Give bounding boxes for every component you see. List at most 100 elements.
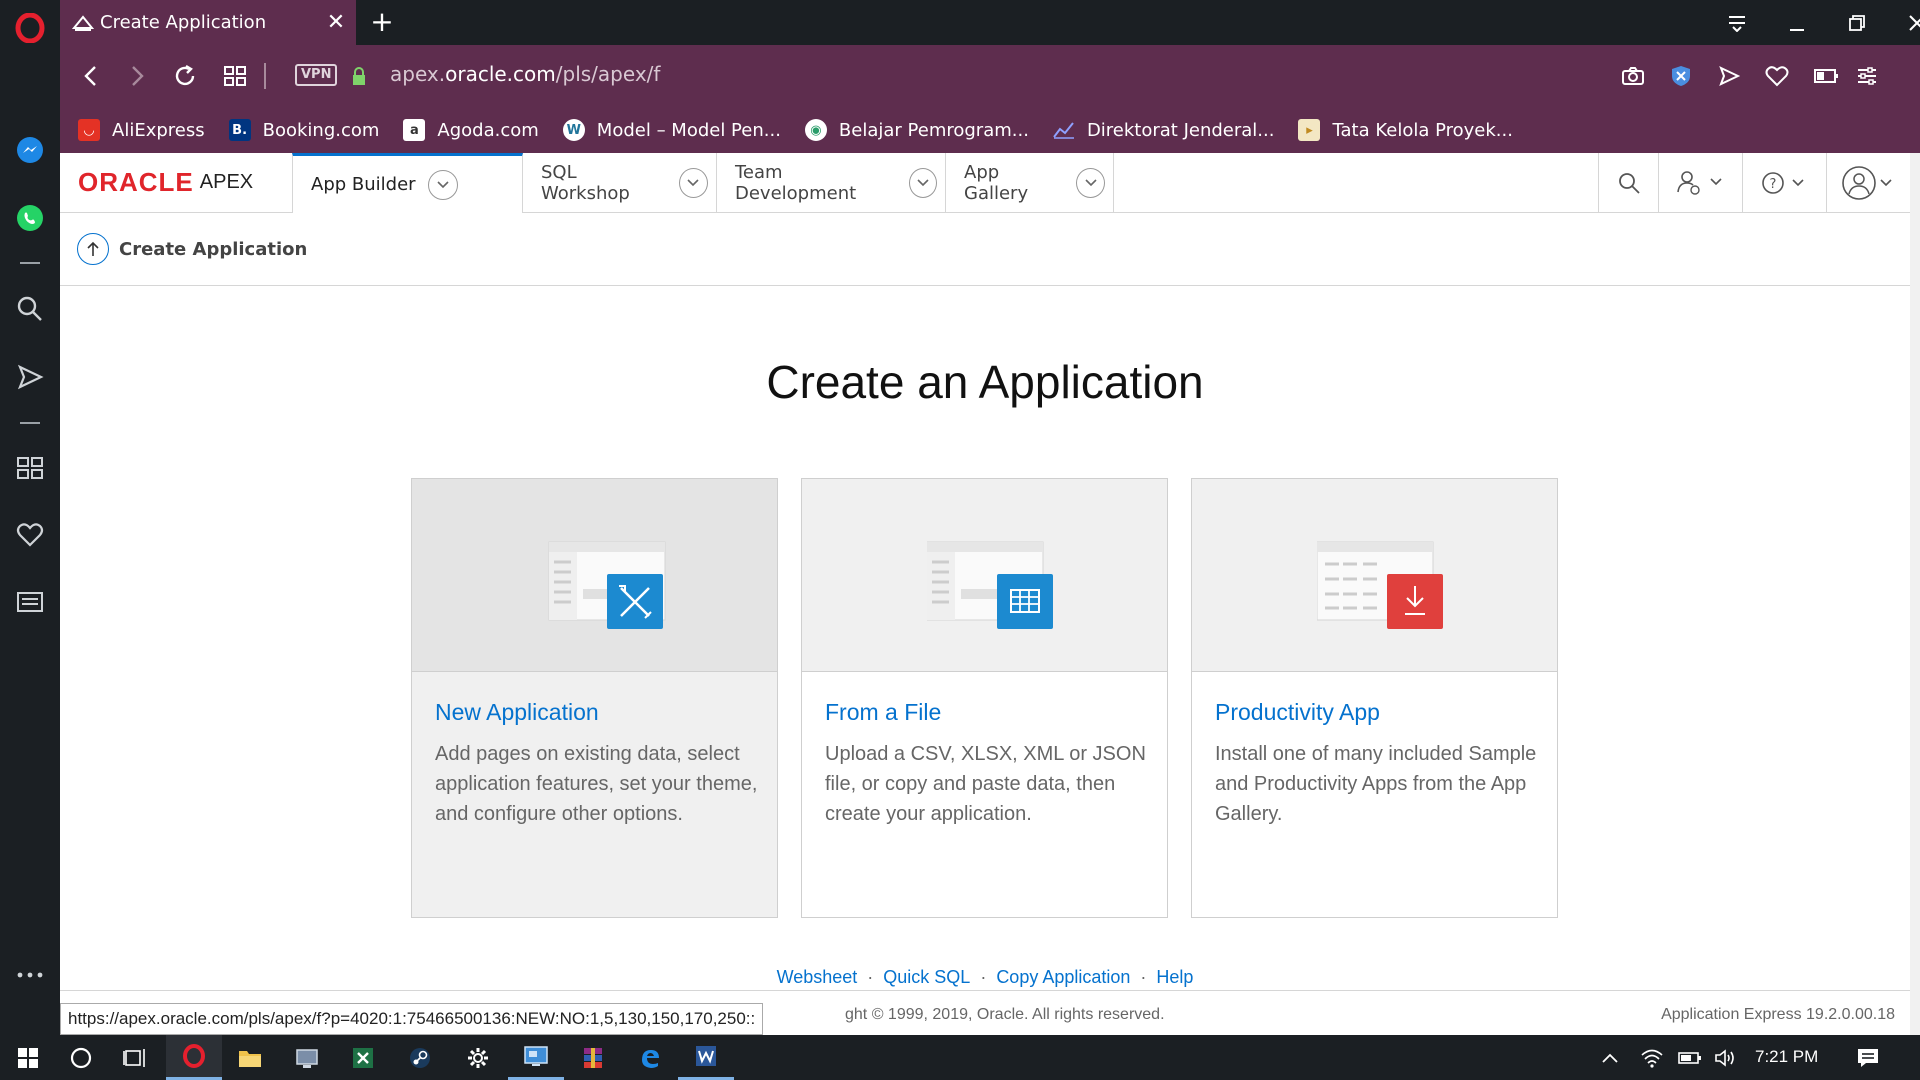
- wifi-icon[interactable]: [1632, 1035, 1672, 1080]
- status-url-tooltip: https://apex.oracle.com/pls/apex/f?p=402…: [60, 1003, 764, 1035]
- productivity-app-illustration-icon: [1317, 541, 1443, 629]
- bookmark-booking[interactable]: B. Booking.com: [228, 119, 379, 141]
- card-from-a-file[interactable]: From a File Upload a CSV, XLSX, XML or J…: [801, 478, 1168, 918]
- close-window-button[interactable]: [1887, 0, 1920, 45]
- bookmark-aliexpress[interactable]: ◡ AliExpress: [78, 119, 205, 141]
- bookmark-model[interactable]: W Model – Model Pen...: [562, 119, 781, 141]
- search-icon[interactable]: [1598, 153, 1658, 213]
- card-title[interactable]: New Application: [435, 699, 599, 726]
- link-help[interactable]: Help: [1156, 967, 1193, 987]
- close-tab-icon[interactable]: ✕: [316, 10, 356, 35]
- opera-logo-icon[interactable]: [0, 6, 60, 50]
- footer-links: Websheet · Quick SQL · Copy Application · Help: [776, 967, 1194, 987]
- tab-app-gallery[interactable]: App Gallery: [946, 153, 1114, 213]
- browser-tab[interactable]: Create Application ✕: [60, 0, 356, 45]
- url-field[interactable]: apex.oracle.com/pls/apex/f: [390, 62, 660, 86]
- user-menu-icon[interactable]: [1826, 153, 1910, 213]
- desktop-app-icon[interactable]: [279, 1035, 335, 1080]
- chevron-down-icon[interactable]: [909, 168, 937, 198]
- chevron-down-icon[interactable]: [1076, 168, 1105, 198]
- excel-icon[interactable]: [335, 1035, 391, 1080]
- administration-menu-icon[interactable]: [1658, 153, 1742, 213]
- battery-icon[interactable]: [1670, 1035, 1710, 1080]
- show-hidden-icons[interactable]: [1590, 1035, 1630, 1080]
- tab-team-development[interactable]: Team Development: [717, 153, 946, 213]
- opera-taskbar-icon[interactable]: [166, 1035, 222, 1080]
- card-title[interactable]: Productivity App: [1215, 699, 1380, 726]
- settings-gear-icon[interactable]: [450, 1035, 506, 1080]
- oracle-apex-logo[interactable]: ORACLE APEX: [78, 167, 253, 198]
- chevron-down-icon[interactable]: [427, 169, 458, 200]
- easy-setup-sliders-icon[interactable]: [1850, 59, 1884, 93]
- page-title: Create an Application: [766, 356, 1204, 408]
- lock-icon[interactable]: [342, 59, 376, 93]
- card-productivity-app[interactable]: Productivity App Install one of many inc…: [1191, 478, 1558, 918]
- tab-app-builder[interactable]: App Builder: [292, 153, 523, 213]
- title-bar: Create Application ✕ +: [60, 0, 1920, 45]
- card-illustration-area: [1192, 479, 1557, 672]
- apex-favicon-icon: [72, 14, 94, 31]
- task-view-icon[interactable]: [108, 1035, 164, 1080]
- news-icon[interactable]: [0, 580, 60, 624]
- battery-saver-icon[interactable]: [1809, 59, 1843, 93]
- bookmark-belajar[interactable]: ◉ Belajar Pemrogram...: [804, 119, 1029, 141]
- shield-icon[interactable]: [1664, 59, 1698, 93]
- chevron-down-icon[interactable]: [678, 168, 708, 198]
- flow-send-icon[interactable]: [1712, 59, 1746, 93]
- reload-icon[interactable]: [168, 59, 202, 93]
- volume-icon[interactable]: [1706, 1035, 1746, 1080]
- card-illustration-area: [802, 479, 1167, 672]
- new-application-illustration-icon: [548, 541, 666, 629]
- booking-icon: B.: [228, 119, 251, 141]
- send-icon[interactable]: [0, 355, 60, 399]
- bookmark-agoda[interactable]: a Agoda.com: [403, 119, 539, 141]
- edge-icon[interactable]: [622, 1035, 678, 1080]
- whatsapp-icon[interactable]: [0, 196, 60, 240]
- easy-setup-icon[interactable]: [1707, 0, 1767, 45]
- tabs-grid-icon[interactable]: [218, 59, 252, 93]
- restore-button[interactable]: [1827, 0, 1887, 45]
- new-tab-button[interactable]: +: [366, 6, 398, 38]
- minimize-button[interactable]: [1767, 0, 1827, 45]
- forward-icon[interactable]: [120, 59, 154, 93]
- bookmark-direktorat[interactable]: Direktorat Jenderal...: [1052, 119, 1274, 141]
- heart-icon[interactable]: [0, 513, 60, 557]
- notifications-icon[interactable]: [1840, 1035, 1896, 1080]
- card-title[interactable]: From a File: [825, 699, 941, 726]
- taskbar-clock[interactable]: 7:21 PM: [1755, 1047, 1818, 1067]
- tab-title: Create Application: [100, 12, 267, 33]
- speed-dial-icon[interactable]: [0, 446, 60, 490]
- copyright: ght © 1999, 2019, Oracle. All rights res…: [845, 1006, 1165, 1023]
- sidebar-separator: [20, 422, 40, 424]
- card-new-application[interactable]: New Application Add pages on existing da…: [411, 478, 778, 918]
- back-icon[interactable]: [74, 59, 108, 93]
- arrow-up-icon[interactable]: [77, 233, 109, 265]
- bookmark-heart-icon[interactable]: [1760, 59, 1794, 93]
- camera-icon[interactable]: [1616, 59, 1650, 93]
- link-copy-application[interactable]: Copy Application: [996, 967, 1130, 987]
- word-icon[interactable]: [678, 1035, 734, 1080]
- steam-icon[interactable]: [392, 1035, 448, 1080]
- vpn-badge[interactable]: VPN: [295, 64, 338, 86]
- wordpress-icon: W: [562, 119, 585, 141]
- search-icon[interactable]: [0, 287, 60, 331]
- tab-sql-workshop[interactable]: SQL Workshop: [523, 153, 717, 213]
- page-scrollbar[interactable]: [1910, 153, 1920, 1035]
- card-illustration-area: [412, 479, 777, 672]
- windows-start-icon[interactable]: [0, 1035, 56, 1080]
- messenger-icon[interactable]: [0, 128, 60, 172]
- control-panel-icon[interactable]: [508, 1035, 564, 1080]
- cortana-search-icon[interactable]: [53, 1035, 109, 1080]
- card-description: Upload a CSV, XLSX, XML or JSON file, or…: [825, 743, 1146, 825]
- link-websheet[interactable]: Websheet: [777, 967, 858, 987]
- card-description: Add pages on existing data, select appli…: [435, 743, 758, 825]
- link-quick-sql[interactable]: Quick SQL: [883, 967, 970, 987]
- winrar-icon[interactable]: [565, 1035, 621, 1080]
- file-explorer-icon[interactable]: [222, 1035, 278, 1080]
- globe-icon: ◉: [804, 119, 827, 141]
- help-menu-icon[interactable]: ?: [1742, 153, 1826, 213]
- breadcrumb-current: Create Application: [119, 238, 308, 260]
- svg-text:?: ?: [1769, 177, 1776, 192]
- more-icon[interactable]: [0, 953, 60, 997]
- bookmark-tata-kelola[interactable]: ▸ Tata Kelola Proyek...: [1298, 119, 1513, 141]
